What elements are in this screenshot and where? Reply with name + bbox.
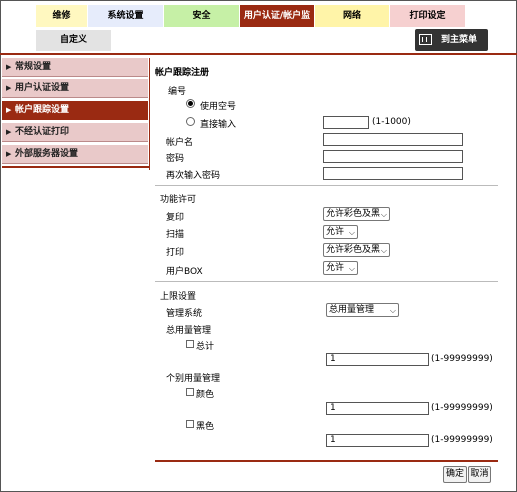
radio-use-free-number[interactable]	[186, 99, 195, 108]
user-box-permission-select[interactable]: 允许 ⌵	[323, 261, 358, 275]
total-checkbox-label: 总计	[196, 342, 215, 352]
section-divider	[155, 185, 498, 186]
tab-user-auth-account-track[interactable]: 用户认证/帐户监控	[240, 5, 314, 43]
password-confirm-label: 再次输入密码	[166, 171, 221, 181]
print-permission-value: 允许彩色及黑	[326, 245, 381, 255]
total-limit-range: (1-99999999)	[431, 354, 493, 364]
user-box-permission-label: 用户BOX	[166, 267, 203, 277]
sidebar-item-user-auth-settings[interactable]: ▶ 用户认证设置	[2, 79, 148, 98]
section-divider	[155, 281, 498, 282]
triangle-right-icon: ▶	[6, 150, 12, 158]
scan-permission-value: 允许	[326, 227, 345, 237]
number-input[interactable]	[323, 116, 369, 129]
radio-direct-input-label: 直接输入	[200, 120, 237, 130]
number-range-hint: (1-1000)	[372, 117, 411, 127]
tab-system-settings[interactable]: 系统设置	[88, 5, 163, 27]
sidebar-item-general-settings[interactable]: ▶ 常规设置	[2, 58, 148, 77]
sidebar-item-label: 帐户跟踪设置	[15, 105, 70, 115]
copy-permission-select[interactable]: 允许彩色及黑 ⌵	[323, 207, 390, 221]
menu-icon	[419, 34, 432, 45]
print-permission-select[interactable]: 允许彩色及黑 ⌵	[323, 243, 390, 257]
tab-security[interactable]: 安全	[164, 5, 239, 27]
password-label: 密码	[166, 154, 185, 164]
triangle-right-icon: ▶	[6, 84, 12, 92]
black-limit-range: (1-99999999)	[431, 435, 493, 445]
radio-direct-input[interactable]	[186, 117, 195, 126]
total-limit-input[interactable]: 1	[326, 353, 429, 366]
scan-permission-label: 扫描	[166, 230, 185, 240]
main-menu-label: 到主菜单	[441, 35, 478, 45]
scan-permission-select[interactable]: 允许 ⌵	[323, 225, 358, 239]
triangle-right-icon: ▶	[6, 106, 12, 114]
management-system-value: 总用量管理	[329, 305, 375, 315]
copy-permission-label: 复印	[166, 213, 185, 223]
sidebar-item-label: 用户认证设置	[15, 83, 70, 93]
color-limit-input[interactable]: 1	[326, 402, 429, 415]
print-permission-label: 打印	[166, 248, 185, 258]
tab-custom[interactable]: 自定义	[36, 30, 111, 51]
black-limit-input[interactable]: 1	[326, 434, 429, 447]
black-checkbox-label: 黑色	[196, 422, 215, 432]
chevron-down-icon: ⌵	[348, 228, 355, 237]
number-section-label: 编号	[168, 87, 187, 97]
password-input[interactable]	[323, 150, 463, 163]
ok-button[interactable]: 确定	[443, 466, 467, 483]
individual-management-label: 个别用量管理	[166, 374, 221, 384]
password-confirm-input[interactable]	[323, 167, 463, 180]
cancel-button[interactable]: 取消	[468, 466, 491, 483]
sidebar-item-print-without-auth[interactable]: ▶ 不经认证打印	[2, 123, 148, 142]
chevron-down-icon: ⌵	[380, 210, 387, 219]
limit-section-title: 上限设置	[160, 292, 197, 302]
user-box-permission-value: 允许	[326, 263, 345, 273]
sidebar-divider	[149, 58, 150, 170]
account-name-input[interactable]	[323, 133, 463, 146]
radio-use-free-number-label: 使用空号	[200, 102, 237, 112]
black-checkbox[interactable]	[186, 420, 194, 428]
chevron-down-icon: ⌵	[380, 246, 387, 255]
color-checkbox[interactable]	[186, 388, 194, 396]
sidebar-item-label: 常规设置	[15, 62, 52, 72]
header-divider	[0, 53, 517, 55]
tab-maintenance[interactable]: 维修	[36, 5, 87, 27]
management-system-select[interactable]: 总用量管理 ⌵	[326, 303, 399, 317]
color-limit-range: (1-99999999)	[431, 403, 493, 413]
total-management-label: 总用量管理	[166, 326, 212, 336]
triangle-right-icon: ▶	[6, 63, 12, 71]
page-title: 帐户跟踪注册	[155, 68, 210, 78]
sidebar-item-label: 外部服务器设置	[15, 149, 79, 159]
tab-network[interactable]: 网络	[315, 5, 389, 27]
copy-permission-value: 允许彩色及黑	[326, 209, 381, 219]
tab-print-settings[interactable]: 打印设定	[390, 5, 465, 27]
chevron-down-icon: ⌵	[389, 306, 396, 315]
sidebar-bottom-border	[2, 166, 149, 168]
permission-section-title: 功能许可	[160, 195, 197, 205]
color-checkbox-label: 颜色	[196, 390, 215, 400]
sidebar-item-account-track-settings[interactable]: ▶ 帐户跟踪设置	[2, 101, 148, 120]
chevron-down-icon: ⌵	[348, 264, 355, 273]
main-menu-button[interactable]: 到主菜单	[415, 29, 488, 51]
account-name-label: 帐户名	[166, 138, 194, 148]
triangle-right-icon: ▶	[6, 128, 12, 136]
management-system-label: 管理系统	[166, 309, 203, 319]
total-checkbox[interactable]	[186, 340, 194, 348]
sidebar-item-external-server-settings[interactable]: ▶ 外部服务器设置	[2, 145, 148, 164]
sidebar-item-label: 不经认证打印	[15, 127, 70, 137]
form-bottom-divider	[155, 460, 498, 462]
